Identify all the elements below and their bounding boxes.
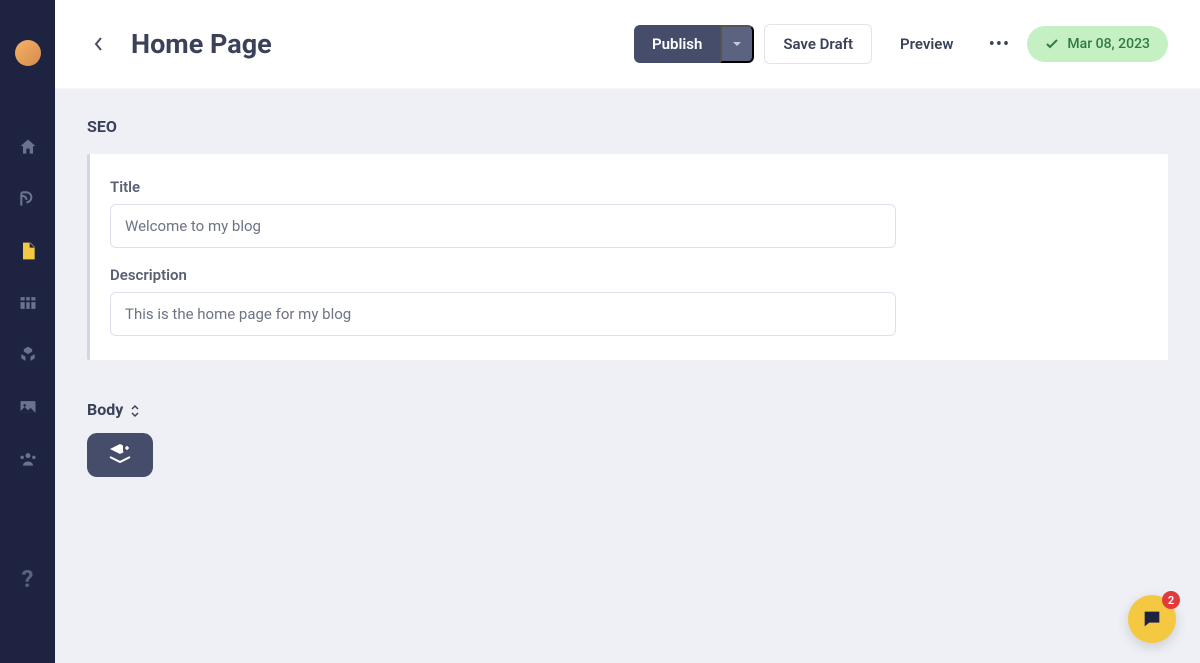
users-icon[interactable]: [17, 448, 39, 470]
sidebar: ?: [0, 0, 55, 663]
title-field: Title: [110, 178, 1144, 248]
image-icon[interactable]: [17, 396, 39, 418]
status-pill: Mar 08, 2023: [1027, 26, 1168, 62]
seo-card: Title Description: [87, 154, 1168, 360]
page-title: Home Page: [131, 28, 272, 60]
add-block-button[interactable]: [87, 433, 153, 477]
help-bubble[interactable]: 2: [1128, 595, 1176, 643]
preview-button[interactable]: Preview: [882, 25, 971, 63]
back-button[interactable]: [87, 32, 111, 56]
avatar[interactable]: [15, 40, 41, 66]
save-draft-button[interactable]: Save Draft: [764, 24, 872, 64]
blog-icon[interactable]: [17, 188, 39, 210]
title-input[interactable]: [110, 204, 896, 248]
body-section: Body: [87, 400, 1168, 419]
publish-group: Publish: [634, 25, 754, 63]
sidebar-bottom: ?: [22, 565, 34, 593]
publish-dropdown[interactable]: [720, 25, 754, 63]
pages-icon[interactable]: [17, 240, 39, 262]
header-right: Publish Save Draft Preview ••• Mar 08, 2…: [634, 24, 1168, 64]
body-section-label: Body: [87, 400, 123, 419]
description-label: Description: [110, 266, 1144, 284]
help-badge: 2: [1162, 591, 1180, 609]
blocks-icon[interactable]: [17, 344, 39, 366]
seo-section-label: SEO: [87, 117, 1168, 136]
description-input[interactable]: [110, 292, 896, 336]
publish-button[interactable]: Publish: [634, 25, 720, 63]
main: Home Page Publish Save Draft Preview •••…: [55, 0, 1200, 663]
grid-icon[interactable]: [17, 292, 39, 314]
description-field: Description: [110, 266, 1144, 336]
sort-icon[interactable]: [129, 403, 141, 417]
home-icon[interactable]: [17, 136, 39, 158]
title-label: Title: [110, 178, 1144, 196]
header: Home Page Publish Save Draft Preview •••…: [55, 0, 1200, 89]
more-button[interactable]: •••: [981, 26, 1017, 62]
nav-items: [17, 136, 39, 470]
header-left: Home Page: [87, 28, 272, 60]
content: SEO Title Description Body: [55, 89, 1200, 505]
status-date: Mar 08, 2023: [1067, 36, 1150, 52]
help-icon[interactable]: ?: [22, 565, 34, 593]
